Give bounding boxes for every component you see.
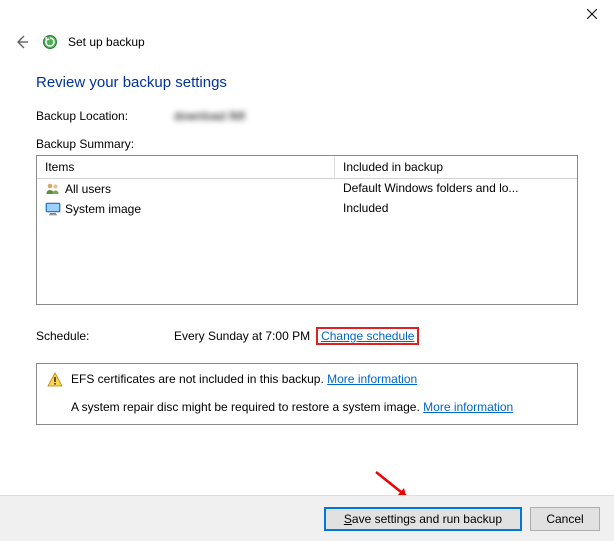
annotation-highlight-box: Change schedule <box>316 327 419 345</box>
table-row: System image Included <box>37 199 577 219</box>
warning-icon <box>47 372 63 388</box>
save-settings-run-backup-button[interactable]: Save settings and run backup <box>324 507 522 531</box>
column-header-included[interactable]: Included in backup <box>335 156 577 178</box>
more-information-link[interactable]: More information <box>423 400 513 414</box>
row-item-included: Included <box>335 201 577 217</box>
repair-disc-notice-text: A system repair disc might be required t… <box>71 400 423 414</box>
close-button[interactable] <box>569 0 614 28</box>
table-row: All users Default Windows folders and lo… <box>37 179 577 199</box>
efs-notice-text: EFS certificates are not included in thi… <box>71 372 327 386</box>
info-panel: EFS certificates are not included in thi… <box>36 363 578 425</box>
back-button[interactable] <box>12 32 32 52</box>
window-title: Set up backup <box>68 35 145 49</box>
cancel-button[interactable]: Cancel <box>530 507 600 531</box>
backup-location-label: Backup Location: <box>36 109 174 123</box>
row-item-name: System image <box>65 202 141 216</box>
backup-app-icon <box>42 34 58 50</box>
row-item-included: Default Windows folders and lo... <box>335 181 577 197</box>
backup-location-value: download IMI <box>174 109 245 123</box>
schedule-label: Schedule: <box>36 329 174 343</box>
more-information-link[interactable]: More information <box>327 372 417 386</box>
column-header-items[interactable]: Items <box>37 156 335 178</box>
monitor-icon <box>45 201 61 217</box>
schedule-value: Every Sunday at 7:00 PM <box>174 329 310 343</box>
users-icon <box>45 181 61 197</box>
row-item-name: All users <box>65 182 111 196</box>
backup-summary-table: Items Included in backup All users Defau… <box>36 155 578 305</box>
dialog-footer: Save settings and run backup Cancel <box>0 495 614 541</box>
backup-summary-label: Backup Summary: <box>36 137 578 151</box>
change-schedule-link[interactable]: Change schedule <box>321 329 414 343</box>
page-title: Review your backup settings <box>36 74 578 91</box>
